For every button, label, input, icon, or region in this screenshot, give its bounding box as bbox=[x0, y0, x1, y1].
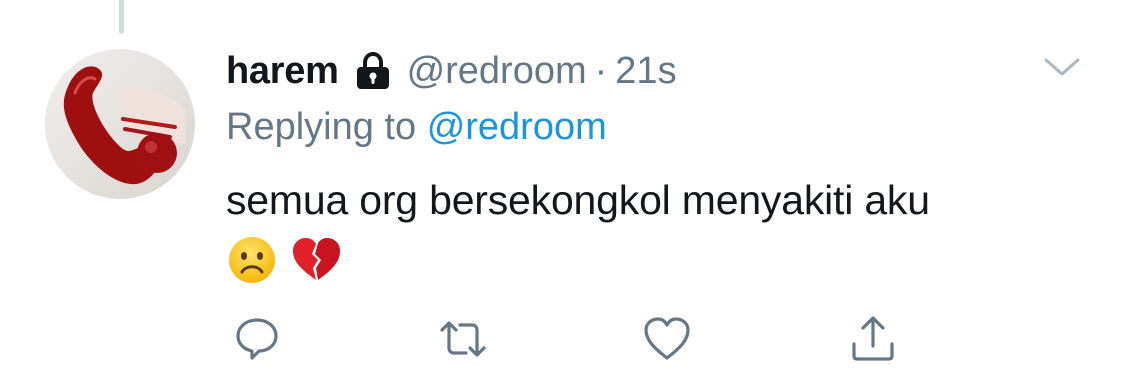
avatar[interactable] bbox=[45, 49, 195, 199]
heart-icon[interactable] bbox=[642, 314, 692, 364]
author-handle[interactable]: @redroom bbox=[407, 50, 587, 93]
tweet-header: harem @redroom · 21s bbox=[226, 46, 677, 96]
reply-to-handle-link[interactable]: @redroom bbox=[427, 106, 607, 148]
tweet-actions bbox=[0, 314, 1125, 364]
retweet-icon[interactable] bbox=[438, 314, 488, 364]
frowning-face-emoji bbox=[229, 237, 275, 283]
author-name[interactable]: harem bbox=[226, 50, 339, 93]
avatar-image bbox=[45, 49, 195, 199]
tweet-text: semua org bersekongkol menyakiti aku bbox=[226, 177, 930, 223]
thread-connector-line bbox=[119, 0, 124, 34]
replying-to-line: Replying to @redroom bbox=[226, 106, 607, 149]
broken-heart-emoji bbox=[293, 238, 340, 280]
reply-icon[interactable] bbox=[232, 314, 282, 364]
tweet-timestamp[interactable]: 21s bbox=[615, 50, 676, 93]
lock-icon bbox=[353, 51, 393, 91]
tweet-emojis bbox=[226, 234, 342, 286]
chevron-down-icon[interactable] bbox=[1040, 52, 1084, 82]
share-icon[interactable] bbox=[848, 314, 898, 364]
header-separator: · bbox=[594, 49, 608, 92]
replying-to-label: Replying to bbox=[226, 106, 417, 148]
